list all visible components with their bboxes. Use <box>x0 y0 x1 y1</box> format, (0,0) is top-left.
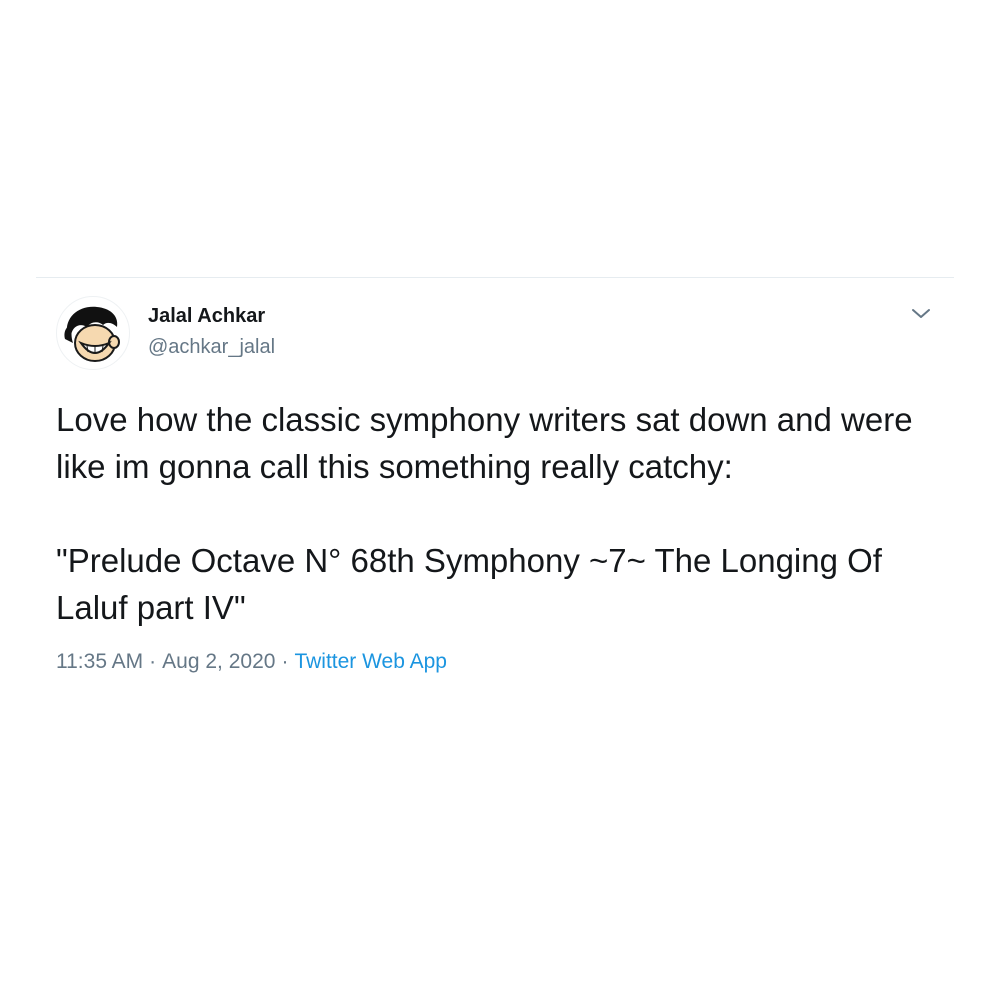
tweet-date[interactable]: Aug 2, 2020 <box>162 650 275 673</box>
display-name[interactable]: Jalal Achkar <box>148 305 265 328</box>
user-handle[interactable]: @achkar_jalal <box>148 336 275 359</box>
avatar[interactable] <box>56 296 130 370</box>
tweet-metadata: 11:35 AM · Aug 2, 2020 · Twitter Web App <box>56 650 447 674</box>
cartoon-face-avatar-icon <box>64 306 120 362</box>
source-link[interactable]: Twitter Web App <box>294 650 447 673</box>
tweet-text: Love how the classic symphony writers sa… <box>56 401 913 626</box>
meta-separator: · <box>281 650 289 673</box>
meta-separator: · <box>149 650 157 673</box>
chevron-down-icon[interactable] <box>908 304 934 324</box>
tweet-card: Jalal Achkar @achkar_jalal Love how the … <box>0 0 990 989</box>
tweet-time[interactable]: 11:35 AM <box>56 650 143 673</box>
